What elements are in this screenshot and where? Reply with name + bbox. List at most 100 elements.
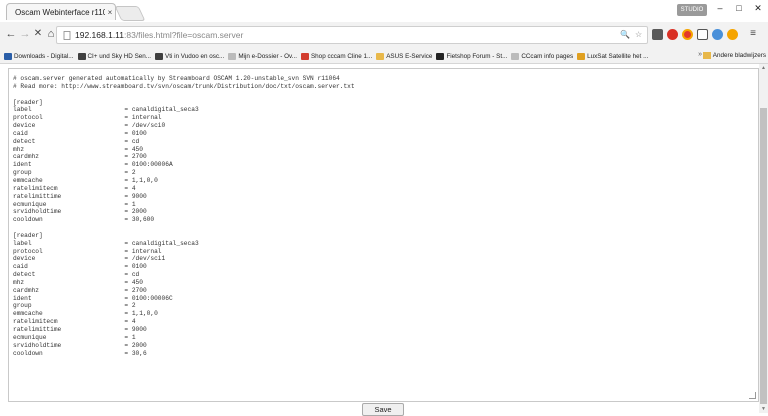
config-line: emmcache = 1,1,0,0	[13, 176, 158, 184]
url-host: 192.168.1.11	[75, 30, 124, 40]
config-line: ident = 0100:00006A	[13, 161, 173, 169]
navigation-bar: ← → ✕ ⌂ 192.168.1.11:83/files.html?file=…	[0, 22, 768, 49]
title-bar: Oscam Webinterface r110 × STUDIO – □ ✕	[0, 0, 768, 22]
config-line: cooldown = 30,6	[13, 349, 147, 357]
adblock-icon[interactable]	[667, 29, 678, 40]
config-line: srvidholdtime = 2000	[13, 208, 147, 216]
config-line: device = /dev/sci0	[13, 122, 166, 130]
scroll-up-icon[interactable]: ▲	[759, 64, 768, 72]
page-scrollbar[interactable]: ▲ ▼	[759, 64, 768, 413]
scroll-down-icon[interactable]: ▼	[759, 405, 768, 413]
config-line: [reader]	[13, 231, 43, 239]
config-line: mhz = 450	[13, 145, 143, 153]
config-line: detect = cd	[13, 271, 140, 279]
forward-icon[interactable]: →	[18, 28, 32, 40]
bookmark-label: CCcam info pages	[521, 52, 574, 60]
opera-icon[interactable]	[682, 29, 693, 40]
config-line: protocol = internal	[13, 114, 162, 122]
config-line: caid = 0100	[13, 129, 147, 137]
other-bookmarks[interactable]: Andere bladwijzers	[702, 52, 766, 59]
bookmarks-overflow-icon[interactable]: »	[698, 51, 702, 58]
config-editor[interactable]: # oscam.server generated automatically b…	[8, 68, 759, 402]
bookmark-label: Vti in Vudoo en osc...	[165, 52, 225, 60]
bookmark-item[interactable]: Downloads - Digital...	[4, 52, 74, 60]
bookmark-icon	[77, 52, 86, 60]
bookmark-item[interactable]: CI+ und Sky HD Sen...	[77, 52, 152, 60]
url-path: :83/files.html?file=oscam.server	[124, 30, 244, 40]
config-line: ecmunique = 1	[13, 333, 136, 341]
config-line	[13, 224, 758, 232]
zoom-icon[interactable]: 🔍	[620, 30, 630, 39]
save-button[interactable]: Save	[362, 403, 404, 416]
bookmark-label: Downloads - Digital...	[14, 52, 74, 60]
tab-title: Oscam Webinterface r110	[15, 7, 105, 17]
browser-tab[interactable]: Oscam Webinterface r110 ×	[6, 3, 116, 20]
folder-icon	[376, 52, 385, 60]
maximize-icon[interactable]: □	[732, 3, 746, 13]
page-content: # oscam.server generated automatically b…	[0, 64, 768, 416]
close-window-icon[interactable]: ✕	[751, 3, 765, 14]
profile-badge[interactable]: STUDIO	[677, 4, 707, 16]
star-icon[interactable]: ☆	[635, 30, 642, 39]
config-line: ratelimittime = 9000	[13, 192, 147, 200]
config-line: cooldown = 30,600	[13, 216, 155, 224]
bookmark-label: CI+ und Sky HD Sen...	[87, 52, 152, 60]
bookmark-item[interactable]: Mijn e-Dossier - Ov...	[228, 52, 297, 60]
config-line: ident = 0100:00006C	[13, 294, 173, 302]
config-line: srvidholdtime = 2000	[13, 341, 147, 349]
bookmark-label: Shop cccam Cline 1...	[310, 52, 373, 60]
config-line: cardmhz = 2700	[13, 153, 147, 161]
config-line: # oscam.server generated automatically b…	[13, 75, 340, 82]
bookmark-label: Mijn e-Dossier - Ov...	[238, 52, 297, 60]
bookmark-icon	[4, 52, 12, 60]
config-line: # Read more: http://www.streamboard.tv/s…	[13, 82, 355, 90]
config-line: protocol = internal	[13, 247, 162, 255]
back-icon[interactable]: ←	[4, 28, 18, 40]
folder-icon	[702, 52, 711, 59]
config-line: ratelimitecm = 4	[13, 184, 136, 192]
config-line: label = canaldigital_seca3	[13, 106, 199, 114]
bookmark-icon	[155, 52, 164, 60]
config-line: group = 2	[13, 302, 136, 310]
bookmark-label: Fietshop Forum - St...	[446, 52, 508, 60]
bookmark-label: ASUS E-Service	[386, 52, 433, 60]
bookmark-item[interactable]: CCcam info pages	[511, 52, 574, 60]
bookmark-icon	[300, 52, 309, 60]
extension-icon[interactable]	[652, 29, 663, 40]
bookmarks-bar: Downloads - Digital... CI+ und Sky HD Sen…	[0, 49, 768, 64]
config-line: group = 2	[13, 169, 136, 177]
new-tab-button[interactable]	[114, 6, 146, 21]
profile-icon[interactable]	[727, 29, 738, 40]
bookmark-item[interactable]: Vti in Vudoo en osc...	[155, 52, 225, 60]
config-line: cardmhz = 2700	[13, 286, 147, 294]
resize-handle[interactable]	[749, 392, 756, 399]
bookmark-item[interactable]: Shop cccam Cline 1...	[300, 52, 373, 60]
config-line: label = canaldigital_seca3	[13, 239, 199, 247]
address-bar[interactable]: 192.168.1.11:83/files.html?file=oscam.se…	[56, 26, 648, 44]
bookmark-item[interactable]: Fietshop Forum - St...	[436, 52, 508, 60]
config-line: [reader]	[13, 98, 43, 106]
other-bookmarks-label: Andere bladwijzers	[712, 52, 766, 59]
page-icon	[228, 52, 237, 60]
bookmark-item[interactable]: LuxSat Satellite het ...	[577, 52, 649, 60]
bookmark-icon	[436, 52, 445, 60]
config-line: ratelimitecm = 4	[13, 318, 136, 326]
config-line: caid = 0100	[13, 263, 147, 271]
stop-reload-icon[interactable]: ✕	[31, 28, 45, 39]
bookmark-label: LuxSat Satellite het ...	[587, 52, 649, 60]
cast-icon[interactable]	[697, 29, 708, 40]
config-line: ratelimittime = 9000	[13, 326, 147, 333]
bookmark-icon	[577, 52, 586, 60]
menu-icon[interactable]: ≡	[746, 28, 760, 39]
vpn-icon[interactable]	[712, 29, 723, 40]
config-line: ecmunique = 1	[13, 200, 136, 208]
scrollbar-thumb[interactable]	[760, 108, 767, 404]
page-icon	[63, 30, 71, 40]
bookmark-item[interactable]: ASUS E-Service	[376, 52, 433, 60]
tab-close-icon[interactable]: ×	[105, 8, 115, 17]
config-line: emmcache = 1,1,0,0	[13, 310, 158, 318]
minimize-icon[interactable]: –	[713, 3, 727, 13]
config-line: device = /dev/sci1	[13, 255, 166, 263]
page-icon	[511, 52, 520, 60]
config-line	[13, 91, 758, 99]
